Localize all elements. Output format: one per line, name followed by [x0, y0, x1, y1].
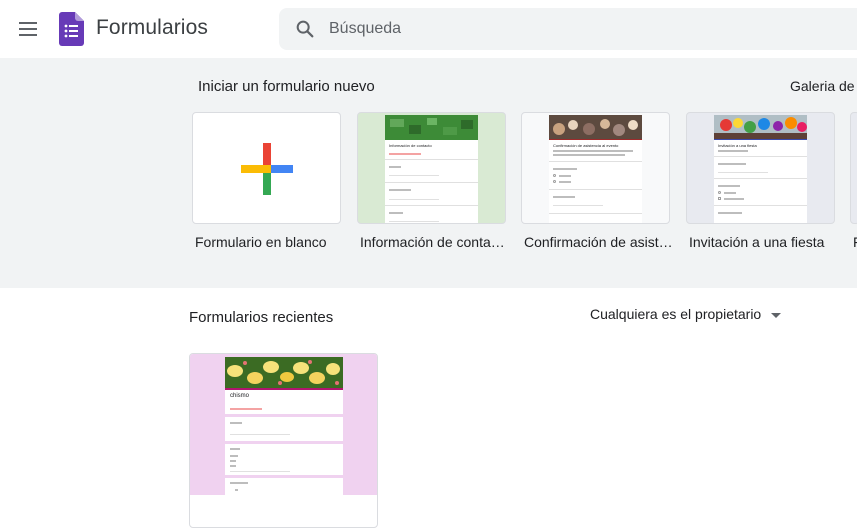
form-thumbnail: chismo	[190, 354, 377, 495]
main-menu-icon[interactable]	[14, 16, 42, 42]
template-party-invite[interactable]: Invitación a una fiesta	[686, 112, 835, 224]
search-bar[interactable]	[279, 8, 857, 50]
search-icon[interactable]	[294, 18, 316, 40]
template-form-preview: Invitación a una fiesta	[714, 139, 807, 223]
template-event-rsvp[interactable]: Confirmación de asistencia al evento	[521, 112, 670, 224]
owner-filter-label: Cualquiera es el propietario	[590, 306, 762, 322]
template-form-preview: Información de contacto	[385, 139, 478, 223]
template-contact-info[interactable]: Información de contacto	[357, 112, 506, 224]
template-label: Formulario en blanco	[195, 234, 327, 250]
top-app-bar: Formularios	[0, 0, 857, 58]
form-question-card	[225, 478, 343, 495]
template-section-title: Iniciar un formulario nuevo	[198, 78, 375, 95]
template-label: Información de conta…	[360, 234, 505, 250]
template-header-image	[549, 115, 642, 139]
form-question-card	[225, 417, 343, 441]
template-blank[interactable]	[192, 112, 341, 224]
recent-form-card[interactable]: chismo	[189, 353, 378, 528]
template-label: F	[853, 234, 857, 250]
form-title-card: chismo	[225, 390, 343, 414]
owner-filter-dropdown[interactable]: Cualquiera es el propietario	[590, 306, 782, 322]
dropdown-arrow-icon	[771, 312, 782, 318]
template-gallery-button[interactable]: Galeria de p	[790, 78, 857, 94]
forms-logo-icon[interactable]	[59, 12, 84, 46]
template-label: Invitación a una fiesta	[689, 234, 825, 250]
template-header-image	[385, 115, 478, 139]
template-header-image	[714, 115, 807, 139]
recent-forms-title: Formularios recientes	[189, 309, 334, 326]
form-header-image	[225, 357, 343, 388]
template-form-preview: Confirmación de asistencia al evento	[549, 139, 642, 223]
search-input[interactable]	[329, 17, 829, 41]
plus-icon	[241, 143, 293, 195]
template-partial[interactable]	[850, 112, 857, 224]
app-title[interactable]: Formularios	[96, 16, 208, 40]
template-gallery: Iniciar un formulario nuevo Galeria de p…	[0, 58, 857, 288]
form-question-card	[225, 444, 343, 475]
template-label: Confirmación de asist…	[524, 234, 673, 250]
